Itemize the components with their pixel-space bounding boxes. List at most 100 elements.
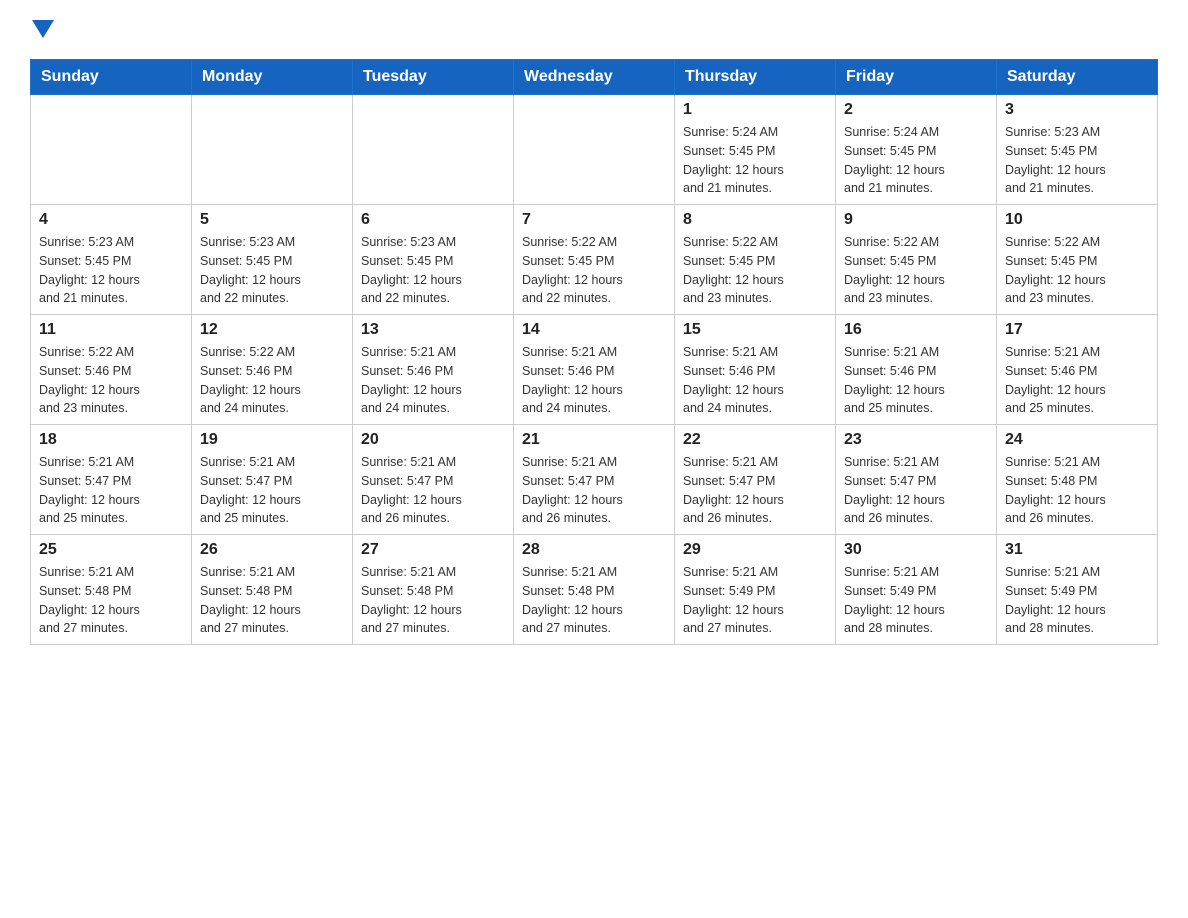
day-info: Sunrise: 5:21 AMSunset: 5:47 PMDaylight:… [683,453,827,528]
calendar-cell: 9Sunrise: 5:22 AMSunset: 5:45 PMDaylight… [836,205,997,315]
calendar-cell: 7Sunrise: 5:22 AMSunset: 5:45 PMDaylight… [514,205,675,315]
calendar-cell: 5 Sunrise: 5:23 AMSunset: 5:45 PMDaylight… [192,205,353,315]
calendar-cell: 26Sunrise: 5:21 AMSunset: 5:48 PMDayligh… [192,535,353,645]
day-number: 20 [361,431,505,449]
calendar-cell: 20 Sunrise: 5:21 AMSunset: 5:47 PMDayligh… [353,425,514,535]
weekday-header-saturday: Saturday [997,60,1158,95]
day-info: Sunrise: 5:22 AMSunset: 5:45 PMDaylight:… [844,233,988,308]
day-number: 26 [200,541,344,559]
day-info: Sunrise: 5:21 AMSunset: 5:48 PMDaylight:… [361,563,505,638]
day-info: Sunrise: 5:21 AMSunset: 5:49 PMDaylight:… [844,563,988,638]
weekday-header-sunday: Sunday [31,60,192,95]
calendar-cell: 10 Sunrise: 5:22 AMSunset: 5:45 PMDayligh… [997,205,1158,315]
calendar-cell: 1 Sunrise: 5:24 AMSunset: 5:45 PMDaylight… [675,95,836,205]
day-info: Sunrise: 5:21 AMSunset: 5:46 PMDaylight:… [844,343,988,418]
day-info: Sunrise: 5:23 AMSunset: 5:45 PMDaylight:… [1005,123,1149,198]
weekday-header-friday: Friday [836,60,997,95]
weekday-header-tuesday: Tuesday [353,60,514,95]
calendar-cell [353,95,514,205]
day-number: 4 [39,211,183,229]
calendar-cell: 28 Sunrise: 5:21 AMSunset: 5:48 PMDayligh… [514,535,675,645]
calendar-cell: 30 Sunrise: 5:21 AMSunset: 5:49 PMDayligh… [836,535,997,645]
page-header [30,20,1158,41]
calendar-cell: 15 Sunrise: 5:21 AMSunset: 5:46 PMDayligh… [675,315,836,425]
day-info: Sunrise: 5:21 AMSunset: 5:47 PMDaylight:… [361,453,505,528]
calendar-cell: 23 Sunrise: 5:21 AMSunset: 5:47 PMDayligh… [836,425,997,535]
calendar-cell: 21Sunrise: 5:21 AMSunset: 5:47 PMDayligh… [514,425,675,535]
day-info: Sunrise: 5:21 AMSunset: 5:48 PMDaylight:… [39,563,183,638]
day-number: 15 [683,321,827,339]
day-number: 14 [522,321,666,339]
day-info: Sunrise: 5:21 AMSunset: 5:47 PMDaylight:… [522,453,666,528]
day-number: 19 [200,431,344,449]
day-info: Sunrise: 5:22 AMSunset: 5:46 PMDaylight:… [200,343,344,418]
calendar-cell: 2 Sunrise: 5:24 AMSunset: 5:45 PMDaylight… [836,95,997,205]
day-info: Sunrise: 5:23 AMSunset: 5:45 PMDaylight:… [361,233,505,308]
week-row-2: 4 Sunrise: 5:23 AMSunset: 5:45 PMDaylight… [31,205,1158,315]
day-number: 1 [683,101,827,119]
day-info: Sunrise: 5:22 AMSunset: 5:45 PMDaylight:… [683,233,827,308]
day-number: 7 [522,211,666,229]
day-info: Sunrise: 5:21 AMSunset: 5:49 PMDaylight:… [1005,563,1149,638]
calendar-cell: 6 Sunrise: 5:23 AMSunset: 5:45 PMDaylight… [353,205,514,315]
day-info: Sunrise: 5:24 AMSunset: 5:45 PMDaylight:… [844,123,988,198]
weekday-header-wednesday: Wednesday [514,60,675,95]
day-number: 23 [844,431,988,449]
week-row-3: 11Sunrise: 5:22 AMSunset: 5:46 PMDayligh… [31,315,1158,425]
day-info: Sunrise: 5:21 AMSunset: 5:46 PMDaylight:… [683,343,827,418]
calendar-cell: 16 Sunrise: 5:21 AMSunset: 5:46 PMDayligh… [836,315,997,425]
calendar-cell: 12Sunrise: 5:22 AMSunset: 5:46 PMDayligh… [192,315,353,425]
day-number: 22 [683,431,827,449]
calendar-cell: 11Sunrise: 5:22 AMSunset: 5:46 PMDayligh… [31,315,192,425]
calendar-cell: 14Sunrise: 5:21 AMSunset: 5:46 PMDayligh… [514,315,675,425]
calendar-cell: 13 Sunrise: 5:21 AMSunset: 5:46 PMDayligh… [353,315,514,425]
calendar-cell: 19 Sunrise: 5:21 AMSunset: 5:47 PMDayligh… [192,425,353,535]
day-number: 31 [1005,541,1149,559]
day-info: Sunrise: 5:23 AMSunset: 5:45 PMDaylight:… [39,233,183,308]
calendar-cell [514,95,675,205]
calendar-cell: 25 Sunrise: 5:21 AMSunset: 5:48 PMDayligh… [31,535,192,645]
week-row-5: 25 Sunrise: 5:21 AMSunset: 5:48 PMDayligh… [31,535,1158,645]
logo [30,20,54,41]
calendar-cell: 31 Sunrise: 5:21 AMSunset: 5:49 PMDayligh… [997,535,1158,645]
day-info: Sunrise: 5:22 AMSunset: 5:45 PMDaylight:… [1005,233,1149,308]
calendar-cell: 29 Sunrise: 5:21 AMSunset: 5:49 PMDayligh… [675,535,836,645]
calendar-cell: 18 Sunrise: 5:21 AMSunset: 5:47 PMDayligh… [31,425,192,535]
day-number: 29 [683,541,827,559]
day-number: 5 [200,211,344,229]
weekday-header-thursday: Thursday [675,60,836,95]
week-row-4: 18 Sunrise: 5:21 AMSunset: 5:47 PMDayligh… [31,425,1158,535]
day-number: 2 [844,101,988,119]
calendar-cell: 8 Sunrise: 5:22 AMSunset: 5:45 PMDaylight… [675,205,836,315]
day-info: Sunrise: 5:21 AMSunset: 5:49 PMDaylight:… [683,563,827,638]
day-number: 18 [39,431,183,449]
day-info: Sunrise: 5:21 AMSunset: 5:47 PMDaylight:… [200,453,344,528]
day-number: 17 [1005,321,1149,339]
day-info: Sunrise: 5:24 AMSunset: 5:45 PMDaylight:… [683,123,827,198]
calendar-cell: 27 Sunrise: 5:21 AMSunset: 5:48 PMDayligh… [353,535,514,645]
calendar-table: SundayMondayTuesdayWednesdayThursdayFrid… [30,59,1158,645]
calendar-cell: 4 Sunrise: 5:23 AMSunset: 5:45 PMDaylight… [31,205,192,315]
day-info: Sunrise: 5:21 AMSunset: 5:48 PMDaylight:… [522,563,666,638]
calendar-cell [31,95,192,205]
day-number: 8 [683,211,827,229]
day-info: Sunrise: 5:22 AMSunset: 5:46 PMDaylight:… [39,343,183,418]
calendar-cell: 24Sunrise: 5:21 AMSunset: 5:48 PMDayligh… [997,425,1158,535]
day-number: 6 [361,211,505,229]
day-number: 16 [844,321,988,339]
day-number: 25 [39,541,183,559]
calendar-cell: 3Sunrise: 5:23 AMSunset: 5:45 PMDaylight… [997,95,1158,205]
day-info: Sunrise: 5:23 AMSunset: 5:45 PMDaylight:… [200,233,344,308]
day-info: Sunrise: 5:21 AMSunset: 5:46 PMDaylight:… [1005,343,1149,418]
weekday-header-monday: Monday [192,60,353,95]
day-number: 28 [522,541,666,559]
day-number: 27 [361,541,505,559]
day-info: Sunrise: 5:21 AMSunset: 5:46 PMDaylight:… [361,343,505,418]
day-info: Sunrise: 5:21 AMSunset: 5:47 PMDaylight:… [844,453,988,528]
day-number: 13 [361,321,505,339]
day-info: Sunrise: 5:21 AMSunset: 5:47 PMDaylight:… [39,453,183,528]
day-number: 10 [1005,211,1149,229]
day-number: 30 [844,541,988,559]
calendar-cell [192,95,353,205]
week-row-1: 1 Sunrise: 5:24 AMSunset: 5:45 PMDaylight… [31,95,1158,205]
